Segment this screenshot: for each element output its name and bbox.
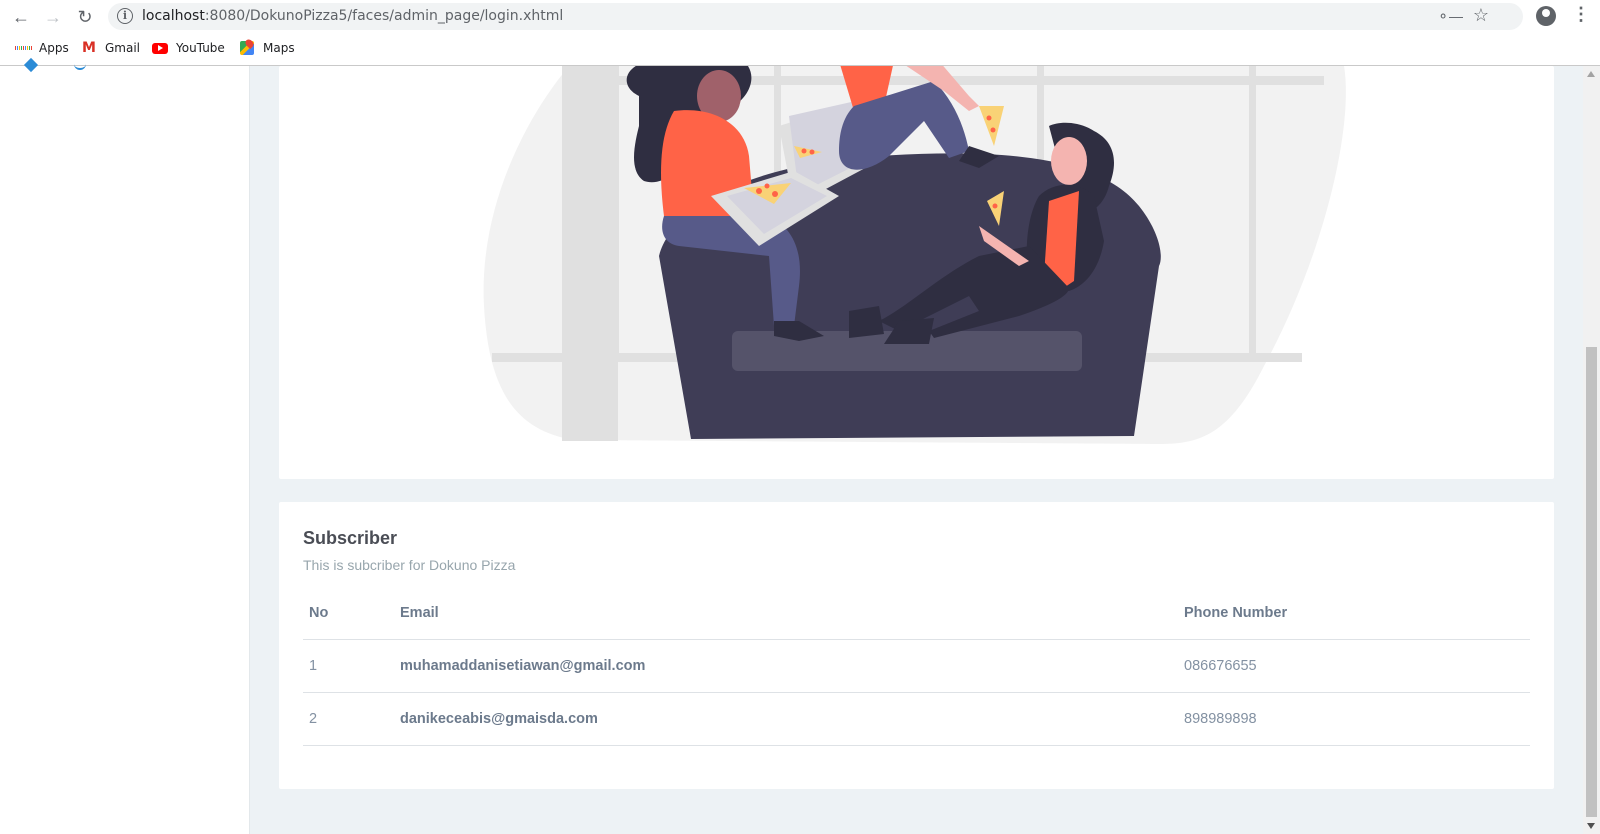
bookmark-label: Gmail [105,41,141,55]
scroll-up-arrow-icon[interactable] [1587,71,1595,77]
illustration-card [279,66,1554,479]
url-path: :8080/DokunoPizza5/faces/admin_page/logi… [204,8,564,24]
table-row: 2 danikeceabis@gmaisda.com 898989898 [303,692,1530,746]
cell-phone: 898989898 [1178,692,1530,746]
table-row: 1 muhamaddanisetiawan@gmail.com 08667665… [303,639,1530,693]
cell-no: 1 [303,639,394,693]
bookmark-label: YouTube [176,41,225,55]
column-header-phone: Phone Number [1178,588,1530,640]
card-subtitle: This is subcriber for Dokuno Pizza [303,557,516,573]
forward-arrow-icon[interactable]: → [40,4,66,30]
sidebar-nav-item-clipped[interactable] [74,58,86,70]
column-header-email: Email [394,588,1178,640]
profile-avatar-icon[interactable] [1536,6,1556,26]
subscriber-table: No Email Phone Number 1 muhamaddanisetia… [303,588,1530,746]
youtube-icon [152,40,168,56]
pizza-party-illustration [483,66,1346,444]
bookmark-youtube[interactable]: YouTube [152,40,225,56]
browser-chrome: ← → ↻ i localhost:8080/DokunoPizza5/face… [0,0,1600,66]
key-icon[interactable]: ⚬— [1437,8,1463,25]
table-header-row: No Email Phone Number [303,588,1530,640]
subscriber-card: Subscriber This is subcriber for Dokuno … [279,502,1554,789]
site-info-icon[interactable]: i [117,8,133,24]
column-header-no: No [303,588,394,640]
bookmark-maps[interactable]: Maps [239,40,295,56]
gmail-icon: M [82,40,96,56]
scroll-down-arrow-icon[interactable] [1587,823,1595,829]
bookmarks-bar: Apps M Gmail YouTube Maps [0,36,1600,64]
card-title: Subscriber [303,528,398,548]
star-icon[interactable]: ☆ [1473,5,1489,26]
scrollbar-thumb[interactable] [1586,347,1597,817]
page-content: Subscriber This is subcriber for Dokuno … [0,57,1583,834]
bookmark-label: Maps [263,41,295,55]
bookmark-label: Apps [39,41,69,55]
page-scrollbar[interactable] [1583,66,1600,834]
more-menu-icon[interactable]: ⋮ [1572,4,1590,25]
cell-email: muhamaddanisetiawan@gmail.com [394,639,1178,693]
back-arrow-icon[interactable]: ← [8,4,34,30]
url-text[interactable]: localhost:8080/DokunoPizza5/faces/admin_… [142,8,563,24]
sidebar [0,57,250,834]
browser-toolbar: ← → ↻ i localhost:8080/DokunoPizza5/face… [0,0,1600,33]
url-host: localhost [142,8,205,24]
address-bar[interactable]: i localhost:8080/DokunoPizza5/faces/admi… [108,3,1523,30]
cell-no: 2 [303,692,394,746]
cell-phone: 086676655 [1178,639,1530,693]
bookmark-apps[interactable]: Apps [15,40,69,56]
bookmark-gmail[interactable]: M Gmail [81,40,140,56]
cell-email: danikeceabis@gmaisda.com [394,692,1178,746]
apps-grid-icon [15,40,31,56]
maps-icon [239,40,255,56]
reload-icon[interactable]: ↻ [72,4,98,30]
